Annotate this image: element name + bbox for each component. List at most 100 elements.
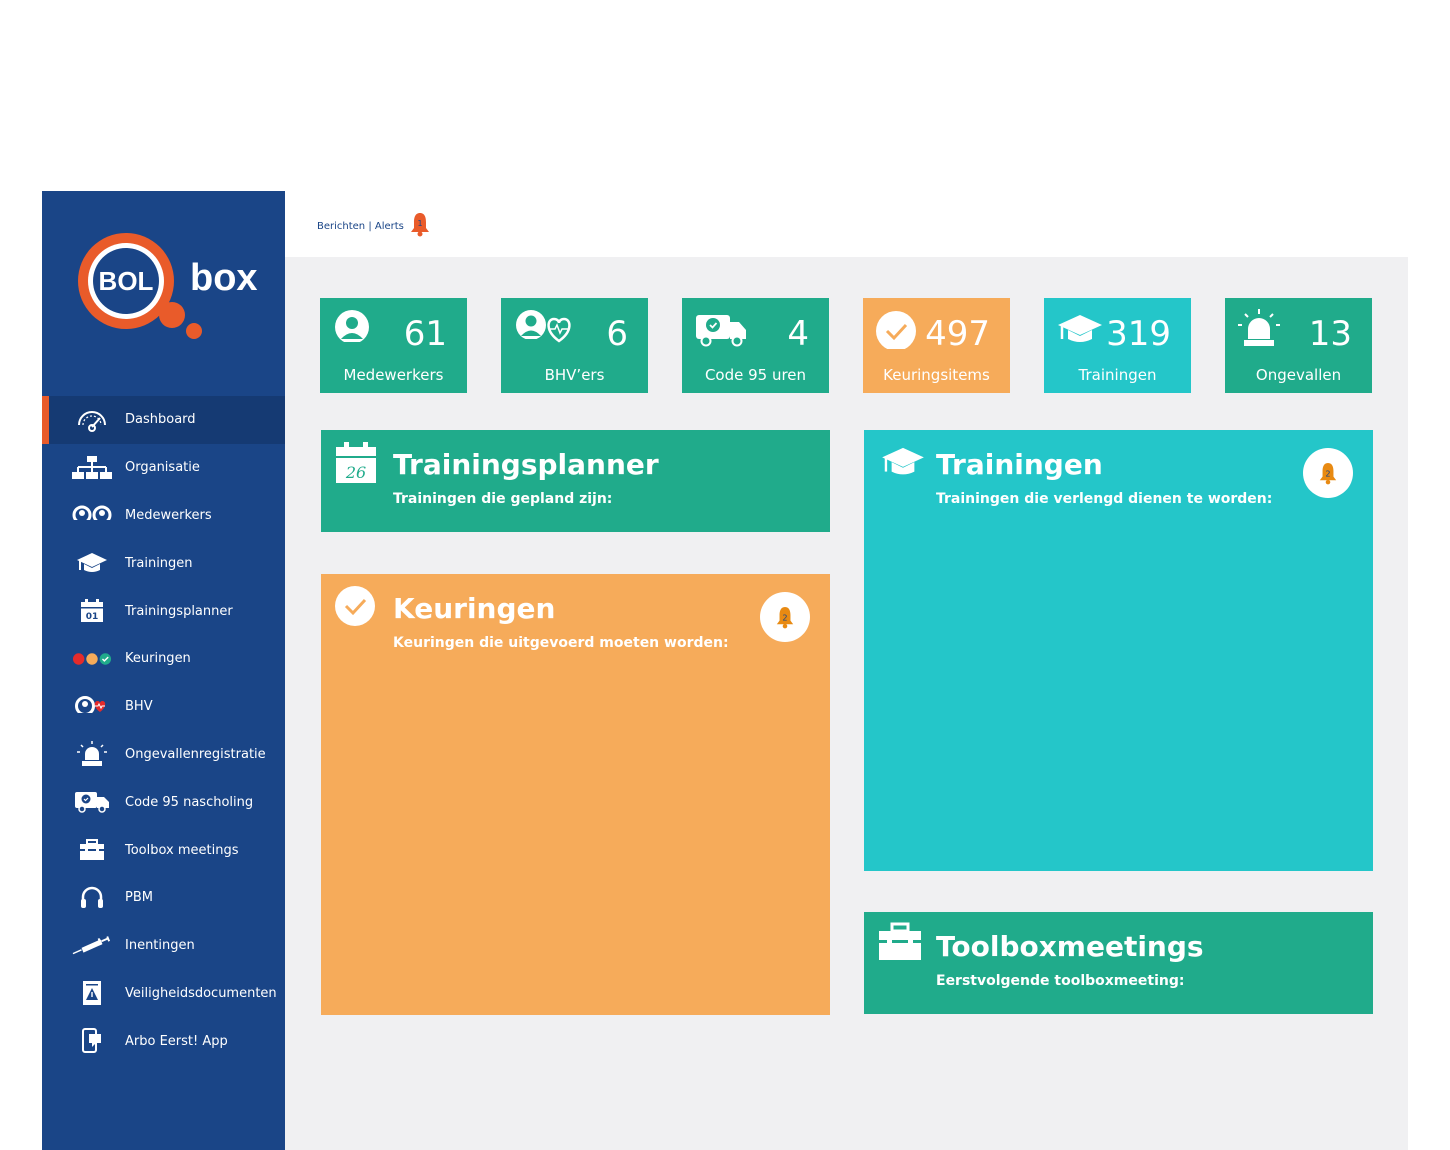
stat-value: 319	[1106, 314, 1171, 354]
panel-trainingsplanner[interactable]: 26 Trainingsplanner Trainingen die gepla…	[321, 430, 830, 532]
person-icon	[332, 309, 376, 349]
sidebar-item-medewerkers[interactable]: Medewerkers	[42, 492, 285, 540]
syringe-icon	[72, 931, 112, 961]
sidebar-item-inentingen[interactable]: Inentingen	[42, 922, 285, 970]
panel-toolboxmeetings[interactable]: Toolboxmeetings Eerstvolgende toolboxmee…	[864, 912, 1373, 1014]
sidebar-item-veiligheidsdocumenten[interactable]: Veiligheidsdocumenten	[42, 970, 285, 1018]
sidebar-item-label: Trainingen	[125, 555, 193, 571]
panel-title: Toolboxmeetings	[936, 930, 1204, 963]
graduation-cap-icon	[880, 446, 926, 486]
sidebar-nav: Dashboard Organisatie Medewerkers Traini…	[42, 396, 285, 1065]
sidebar-item-label: Keuringen	[125, 651, 191, 667]
person-heart-icon	[513, 309, 571, 349]
alert-bell-button[interactable]: 2	[1303, 448, 1353, 498]
bell-icon: 2	[1319, 463, 1337, 485]
sidebar-item-label: PBM	[125, 890, 153, 906]
sidebar-item-label: Arbo Eerst! App	[125, 1033, 228, 1049]
sidebar-item-organisatie[interactable]: Organisatie	[42, 444, 285, 492]
calendar-icon: 01	[72, 596, 112, 626]
sidebar-item-label: Organisatie	[125, 460, 200, 476]
stat-card-keuringsitems[interactable]: 497 Keuringsitems	[863, 298, 1010, 393]
panel-keuringen[interactable]: Keuringen Keuringen die uitgevoerd moete…	[321, 574, 830, 1015]
org-chart-icon	[72, 453, 112, 483]
bell-icon: 2	[776, 607, 794, 629]
alarm-light-icon	[1237, 309, 1281, 349]
warning-document-icon	[72, 978, 112, 1008]
sidebar-item-keuringen[interactable]: Keuringen	[42, 635, 285, 683]
check-circle-icon	[875, 309, 919, 351]
graduation-cap-icon	[72, 548, 112, 578]
stat-label: BHV’ers	[544, 366, 605, 384]
alert-count: 1	[417, 219, 422, 228]
sidebar-item-dashboard[interactable]: Dashboard	[42, 396, 285, 444]
alert-count: 2	[1325, 469, 1330, 479]
panel-title: Keuringen	[393, 592, 556, 625]
stat-label: Code 95 uren	[704, 366, 807, 384]
status-dots-icon	[72, 644, 112, 674]
dashboard-content: 61 Medewerkers 6 BHV’ers 4 Code 95 uren …	[285, 257, 1408, 1150]
sidebar: BOL box Dashboard Organisatie Medewerker…	[42, 191, 285, 1150]
stat-label: Medewerkers	[343, 366, 444, 384]
panel-trainingen[interactable]: Trainingen Trainingen die verlengd diene…	[864, 430, 1373, 871]
person-heart-icon	[72, 692, 112, 722]
sidebar-item-label: Medewerkers	[125, 507, 212, 523]
panel-subtitle: Trainingen die gepland zijn:	[393, 491, 613, 507]
sidebar-item-label: Trainingsplanner	[125, 603, 233, 619]
stat-label: Keuringsitems	[883, 366, 990, 384]
sidebar-item-arbo-eerst-app[interactable]: Arbo Eerst! App	[42, 1017, 285, 1065]
check-circle-icon	[335, 586, 377, 632]
logo-mark: BOL box	[78, 233, 258, 339]
sidebar-item-bhv[interactable]: BHV	[42, 683, 285, 731]
sidebar-item-label: Inentingen	[125, 938, 195, 954]
stat-value: 13	[1308, 314, 1352, 354]
sidebar-item-label: Ongevallenregistratie	[125, 746, 266, 762]
sidebar-item-label: BHV	[125, 699, 153, 715]
headphones-icon	[72, 883, 112, 913]
alert-bell-icon[interactable]: 1	[409, 211, 431, 237]
app-window: BOL box Dashboard Organisatie Medewerker…	[42, 191, 1408, 1150]
top-bar: Berichten | Alerts 1	[285, 191, 1408, 257]
sidebar-item-label: Toolbox meetings	[125, 842, 239, 858]
calendar-icon: 26	[335, 442, 377, 488]
calendar-day: 01	[86, 612, 99, 622]
sidebar-item-pbm[interactable]: PBM	[42, 874, 285, 922]
sidebar-item-toolbox-meetings[interactable]: Toolbox meetings	[42, 826, 285, 874]
alarm-light-icon	[72, 739, 112, 769]
panel-title: Trainingen	[936, 448, 1103, 481]
messages-alerts-link[interactable]: Berichten | Alerts	[317, 221, 404, 232]
stat-value: 6	[606, 314, 628, 354]
panel-title: Trainingsplanner	[393, 448, 659, 481]
graduation-cap-icon	[1056, 309, 1102, 349]
sidebar-item-label: Code 95 nascholing	[125, 794, 254, 810]
panel-subtitle: Trainingen die verlengd dienen te worden…	[936, 491, 1273, 507]
panel-subtitle: Keuringen die uitgevoerd moeten worden:	[393, 635, 729, 651]
sidebar-item-trainingen[interactable]: Trainingen	[42, 539, 285, 587]
panel-subtitle: Eerstvolgende toolboxmeeting:	[936, 973, 1185, 989]
stat-label: Ongevallen	[1255, 366, 1342, 384]
stat-card-code95[interactable]: 4 Code 95 uren	[682, 298, 829, 393]
sidebar-item-label: Veiligheidsdocumenten	[125, 985, 277, 1001]
stat-card-trainingen[interactable]: 319 Trainingen	[1044, 298, 1191, 393]
stat-card-ongevallen[interactable]: 13 Ongevallen	[1225, 298, 1372, 393]
stat-card-bhvers[interactable]: 6 BHV’ers	[501, 298, 648, 393]
alert-bell-button[interactable]: 2	[760, 592, 810, 642]
stat-value: 61	[403, 314, 447, 354]
truck-icon	[694, 309, 746, 349]
stat-value: 497	[925, 314, 990, 354]
calendar-day: 26	[345, 463, 366, 482]
sidebar-item-code-95[interactable]: Code 95 nascholing	[42, 778, 285, 826]
mobile-app-icon	[72, 1026, 112, 1056]
stat-value: 4	[787, 314, 809, 354]
gauge-icon	[72, 405, 112, 435]
toolbox-icon	[72, 835, 112, 865]
sidebar-item-ongevallenregistratie[interactable]: Ongevallenregistratie	[42, 731, 285, 779]
bolbox-logo[interactable]: BOL box	[68, 225, 268, 345]
toolbox-icon	[878, 922, 922, 966]
sidebar-item-label: Dashboard	[125, 412, 196, 428]
truck-icon	[72, 787, 112, 817]
logo-text-bol: BOL	[99, 266, 154, 296]
sidebar-item-trainingsplanner[interactable]: 01 Trainingsplanner	[42, 587, 285, 635]
stat-card-medewerkers[interactable]: 61 Medewerkers	[320, 298, 467, 393]
people-icon	[72, 500, 112, 530]
stat-label: Trainingen	[1078, 366, 1157, 384]
